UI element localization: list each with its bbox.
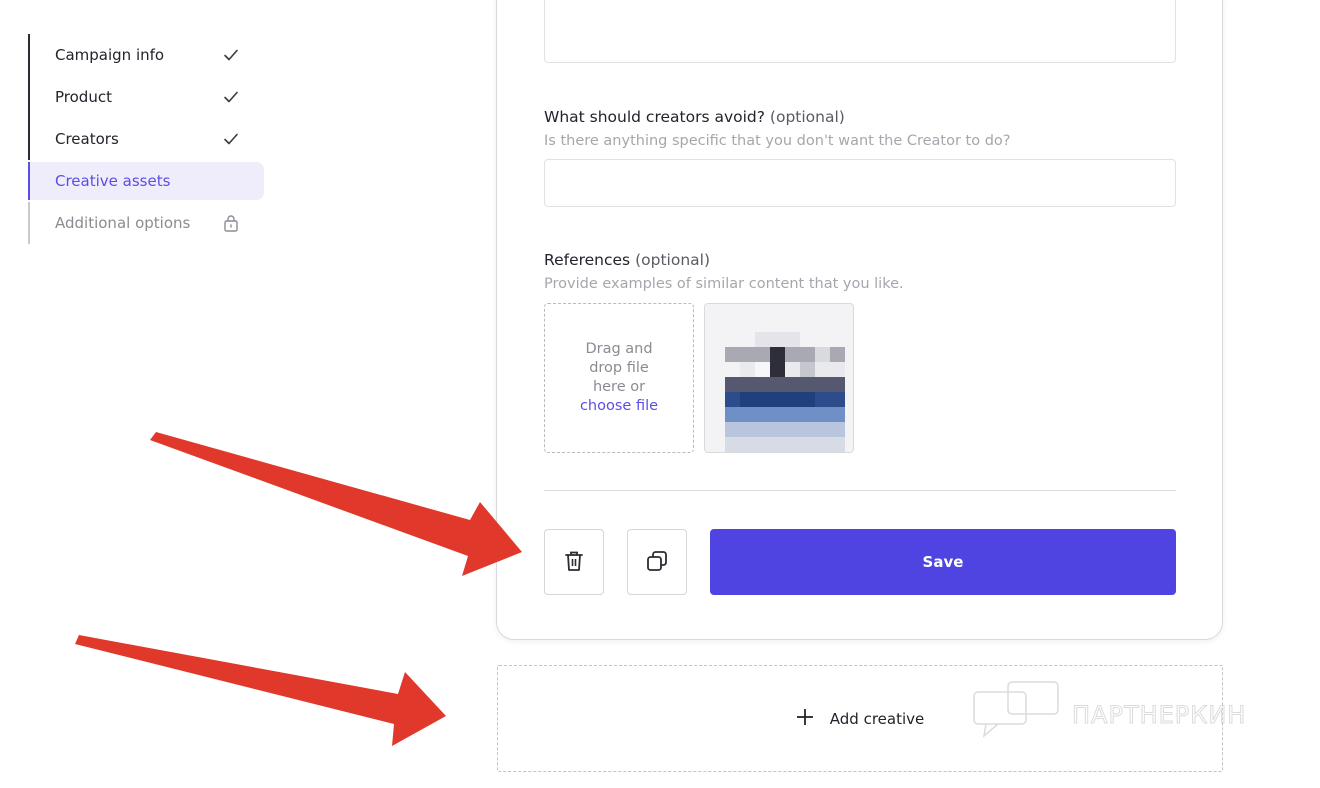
delete-button[interactable] <box>544 529 604 595</box>
dropzone-text: here or <box>592 379 646 395</box>
references-field-title: References (optional) <box>544 251 710 269</box>
duplicate-button[interactable] <box>627 529 687 595</box>
references-title-text: References <box>544 251 631 269</box>
file-dropzone[interactable]: Drag and drop file here or choose file <box>544 303 694 453</box>
step-creators[interactable]: Creators <box>28 118 264 160</box>
step-creative-assets[interactable]: Creative assets <box>28 162 264 200</box>
add-creative-label: Add creative <box>829 709 925 728</box>
arrow-to-action-buttons <box>150 432 522 576</box>
reference-thumbnail[interactable] <box>704 303 854 453</box>
copy-icon <box>645 549 669 576</box>
check-icon <box>222 130 240 148</box>
step-product[interactable]: Product <box>28 76 264 118</box>
avoid-title-text: What should creators avoid? <box>544 108 765 126</box>
add-creative-button[interactable]: Add creative <box>497 665 1223 772</box>
step-campaign-info[interactable]: Campaign info <box>28 34 264 76</box>
campaign-stepper: Campaign info Product Creators Creative … <box>28 34 264 244</box>
trash-icon <box>563 549 585 576</box>
lock-icon <box>222 214 240 232</box>
pixelated-image <box>705 304 853 452</box>
avoid-field-title: What should creators avoid? (optional) <box>544 108 845 126</box>
step-label: Creative assets <box>55 172 171 190</box>
check-icon <box>222 46 240 64</box>
creative-form-card: What should creators avoid? (optional) I… <box>496 0 1223 640</box>
references-field-hint: Provide examples of similar content that… <box>544 276 904 292</box>
step-additional-options: Additional options <box>28 202 264 244</box>
dropzone-text: drop file <box>589 360 649 376</box>
optional-label: (optional) <box>635 251 710 269</box>
arrow-to-add-creative <box>75 635 446 746</box>
plus-icon <box>796 708 814 730</box>
choose-file-link[interactable]: choose file <box>580 397 658 416</box>
previous-textarea[interactable] <box>544 0 1176 63</box>
dropzone-text: Drag and <box>585 341 653 357</box>
check-icon <box>222 88 240 106</box>
avoid-field-hint: Is there anything specific that you don'… <box>544 133 1011 149</box>
save-button[interactable]: Save <box>710 529 1176 595</box>
avoid-input[interactable] <box>544 159 1176 207</box>
divider <box>544 490 1176 491</box>
optional-label: (optional) <box>769 108 845 126</box>
